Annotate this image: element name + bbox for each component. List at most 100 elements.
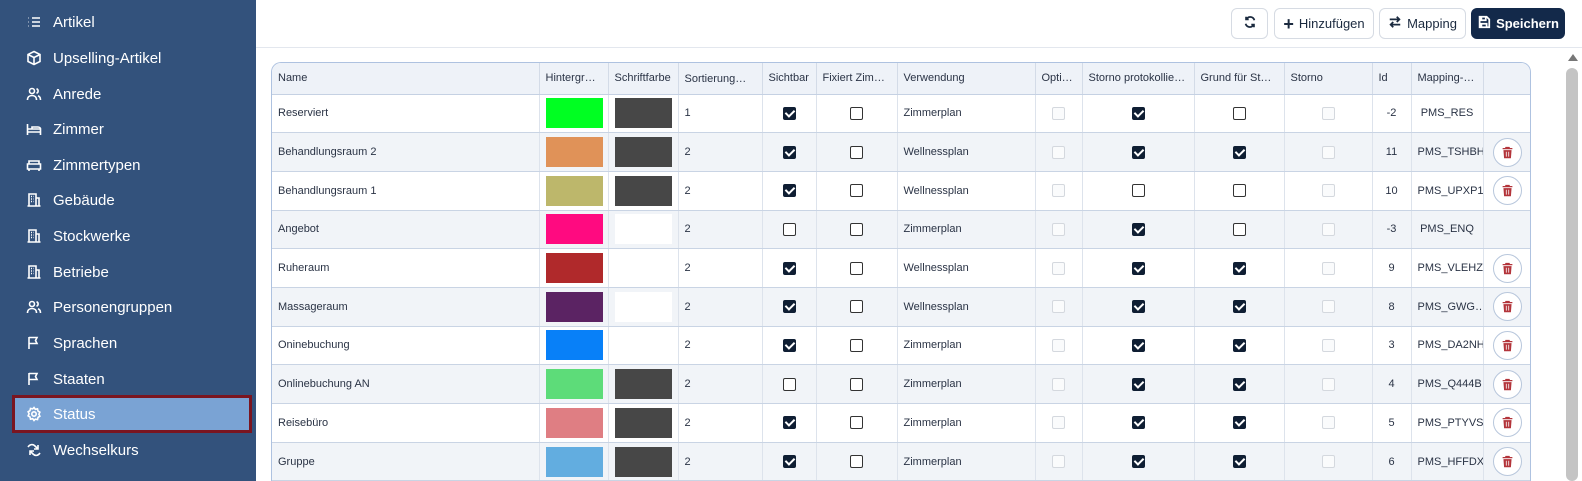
font-color-swatch[interactable] [614,98,672,129]
font-color-cell[interactable] [608,287,679,327]
column-header[interactable]: Opti… [1035,63,1083,95]
visible-checkbox[interactable] [782,145,796,159]
visible-checkbox[interactable] [782,261,796,275]
delete-button[interactable] [1493,292,1522,322]
visible-checkbox[interactable] [782,300,796,314]
font-color-swatch[interactable] [614,330,672,361]
usage-cell[interactable]: Zimmerplan [897,326,1036,366]
sort-cell[interactable]: 2 [678,287,763,327]
name-cell[interactable]: Ruheraum [272,248,540,288]
column-header[interactable]: Name [272,63,540,95]
storno-reason-checkbox[interactable] [1232,300,1246,314]
storno-log-checkbox[interactable] [1131,416,1145,430]
column-header[interactable]: Hintergrun… [539,63,609,95]
sort-cell[interactable]: 2 [678,210,763,250]
font-color-swatch[interactable] [614,446,672,477]
background-color-cell[interactable] [539,364,609,404]
column-header[interactable]: Sortierung… ↑ [678,63,763,95]
font-color-swatch[interactable] [614,291,672,322]
refresh-button[interactable] [1231,8,1268,39]
font-color-swatch[interactable] [614,214,672,245]
font-color-cell[interactable] [608,403,679,443]
usage-cell[interactable]: Zimmerplan [897,442,1036,481]
sidebar-item-anrede[interactable]: Anrede [14,77,250,111]
name-cell[interactable]: Oninebuchung [272,326,540,366]
delete-button[interactable] [1493,447,1522,477]
sidebar-item-betriebe[interactable]: Betriebe [14,255,250,289]
name-cell[interactable]: Massageraum [272,287,540,327]
font-color-cell[interactable] [608,364,679,404]
background-color-cell[interactable] [539,287,609,327]
font-color-cell[interactable] [608,94,679,134]
table-row[interactable]: Ruheraum 2 Wellnessplan 9 PMS_VLEHZ [272,248,1530,288]
table-row[interactable]: Reserviert 1 Zimmerplan -2 PMS_RES [272,94,1530,134]
storno-reason-checkbox[interactable] [1232,338,1246,352]
sidebar-item-status[interactable]: Status [12,395,252,433]
mapping-code-cell[interactable]: PMS_GWG… [1411,287,1484,327]
mapping-button[interactable]: Mapping [1379,8,1466,39]
sort-cell[interactable]: 2 [678,171,763,211]
background-color-cell[interactable] [539,442,609,481]
font-color-swatch[interactable] [614,253,672,284]
sort-cell[interactable]: 2 [678,442,763,481]
sidebar-item-stockwerke[interactable]: Stockwerke [14,219,250,253]
storno-reason-checkbox[interactable] [1232,455,1246,469]
storno-log-checkbox[interactable] [1131,261,1145,275]
visible-checkbox[interactable] [782,184,796,198]
add-button[interactable]: + Hinzufügen [1274,8,1374,39]
delete-button[interactable] [1493,137,1522,167]
visible-checkbox[interactable] [782,106,796,120]
column-header[interactable]: Mapping-C… [1411,63,1484,95]
fixed-room-checkbox[interactable] [850,106,863,120]
mapping-code-cell[interactable]: PMS_Q444B [1411,364,1484,404]
font-color-swatch[interactable] [614,137,672,168]
sort-cell[interactable]: 1 [678,94,763,134]
sort-cell[interactable]: 2 [678,132,763,172]
fixed-room-checkbox[interactable] [850,416,863,430]
mapping-code-cell[interactable]: PMS_DA2NH [1411,326,1484,366]
storno-log-checkbox[interactable] [1131,377,1145,391]
visible-checkbox[interactable] [782,338,796,352]
visible-checkbox[interactable] [782,416,796,430]
table-row[interactable]: Onlinebuchung AN 2 Zimmerplan 4 PMS_Q444B [272,364,1530,404]
column-header[interactable]: Storno protokollier… [1082,63,1195,95]
column-header[interactable]: Grund für Stor… [1194,63,1285,95]
font-color-cell[interactable] [608,132,679,172]
delete-button[interactable] [1493,408,1522,438]
sidebar-item-sprachen[interactable]: Sprachen [14,326,250,360]
visible-checkbox[interactable] [782,222,796,236]
storno-reason-checkbox[interactable] [1232,106,1246,120]
scroll-up-arrow-icon[interactable] [1568,54,1578,61]
usage-cell[interactable]: Wellnessplan [897,248,1036,288]
visible-checkbox[interactable] [782,377,796,391]
sidebar-item-staaten[interactable]: Staaten [14,362,250,396]
fixed-room-checkbox[interactable] [850,338,863,352]
vertical-scrollbar[interactable] [1566,54,1578,481]
sidebar-item-zimmertypen[interactable]: Zimmertypen [14,148,250,182]
sort-ascending-icon[interactable]: ↑ [750,71,756,85]
table-row[interactable]: Gruppe 2 Zimmerplan 6 PMS_HFFDX [272,442,1530,481]
column-header[interactable]: Sichtbar [762,63,817,95]
mapping-code-cell[interactable]: PMS_VLEHZ [1411,248,1484,288]
background-color-cell[interactable] [539,248,609,288]
mapping-code-cell[interactable]: PMS_PTYVS [1411,403,1484,443]
font-color-cell[interactable] [608,171,679,211]
name-cell[interactable]: Gruppe [272,442,540,481]
background-color-cell[interactable] [539,132,609,172]
usage-cell[interactable]: Zimmerplan [897,403,1036,443]
usage-cell[interactable]: Wellnessplan [897,132,1036,172]
storno-log-checkbox[interactable] [1131,338,1145,352]
name-cell[interactable]: Reisebüro [272,403,540,443]
background-color-cell[interactable] [539,403,609,443]
storno-reason-checkbox[interactable] [1232,261,1246,275]
delete-button[interactable] [1493,253,1522,283]
name-cell[interactable]: Onlinebuchung AN [272,364,540,404]
delete-button[interactable] [1493,176,1522,206]
sidebar-item-wechselkurs[interactable]: Wechselkurs [14,433,250,467]
font-color-swatch[interactable] [614,175,672,206]
sort-cell[interactable]: 2 [678,248,763,288]
table-row[interactable]: Behandlungsraum 1 2 Wellnessplan 10 PMS_UPXP… [272,171,1530,211]
scrollbar-thumb[interactable] [1566,68,1578,481]
usage-cell[interactable]: Wellnessplan [897,171,1036,211]
mapping-code-cell[interactable]: PMS_TSHBH [1411,132,1484,172]
